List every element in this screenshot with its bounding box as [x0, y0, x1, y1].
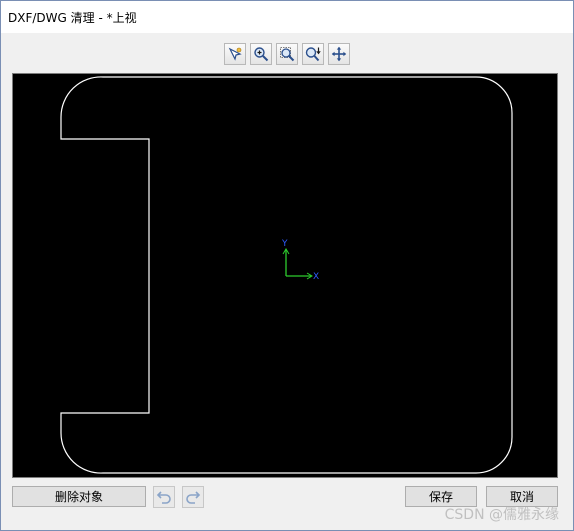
undo-button[interactable]: [153, 486, 175, 508]
cancel-label: 取消: [509, 490, 534, 504]
zoom-in-icon: [254, 47, 269, 62]
zoom-fit-icon: [305, 47, 321, 62]
select-pan-tool-button[interactable]: [224, 43, 246, 65]
redo-button[interactable]: [182, 486, 204, 508]
drawing-svg: Y X: [60, 76, 513, 474]
zoom-fit-tool-button[interactable]: [302, 43, 324, 65]
watermark-text: CSDN @儒雅永缘: [444, 507, 559, 523]
y-axis-label: Y: [281, 239, 288, 249]
x-axis-label: X: [313, 272, 319, 282]
pan-tool-button[interactable]: [328, 43, 350, 65]
view-toolbar: [1, 43, 573, 67]
window-title: DXF/DWG 清理 - *上视: [8, 10, 137, 25]
redo-icon: [186, 491, 201, 504]
delete-object-button[interactable]: 删除对象: [12, 486, 146, 507]
zoom-window-icon: [280, 47, 295, 62]
axis-indicator: Y X: [281, 239, 319, 282]
zoom-window-tool-button[interactable]: [276, 43, 298, 65]
save-label: 保存: [428, 490, 453, 504]
title-bar: DXF/DWG 清理 - *上视: [1, 1, 573, 33]
delete-object-label: 删除对象: [54, 490, 103, 504]
undo-icon: [156, 491, 171, 504]
zoom-in-tool-button[interactable]: [250, 43, 272, 65]
pointer-star-icon: [228, 47, 242, 61]
dxf-cleanup-window: DXF/DWG 清理 - *上视 Y X 删除对象 保存 取消 CSDN @儒雅…: [0, 0, 574, 531]
drawing-viewport[interactable]: Y X: [12, 73, 558, 478]
move-arrows-icon: [331, 46, 347, 62]
